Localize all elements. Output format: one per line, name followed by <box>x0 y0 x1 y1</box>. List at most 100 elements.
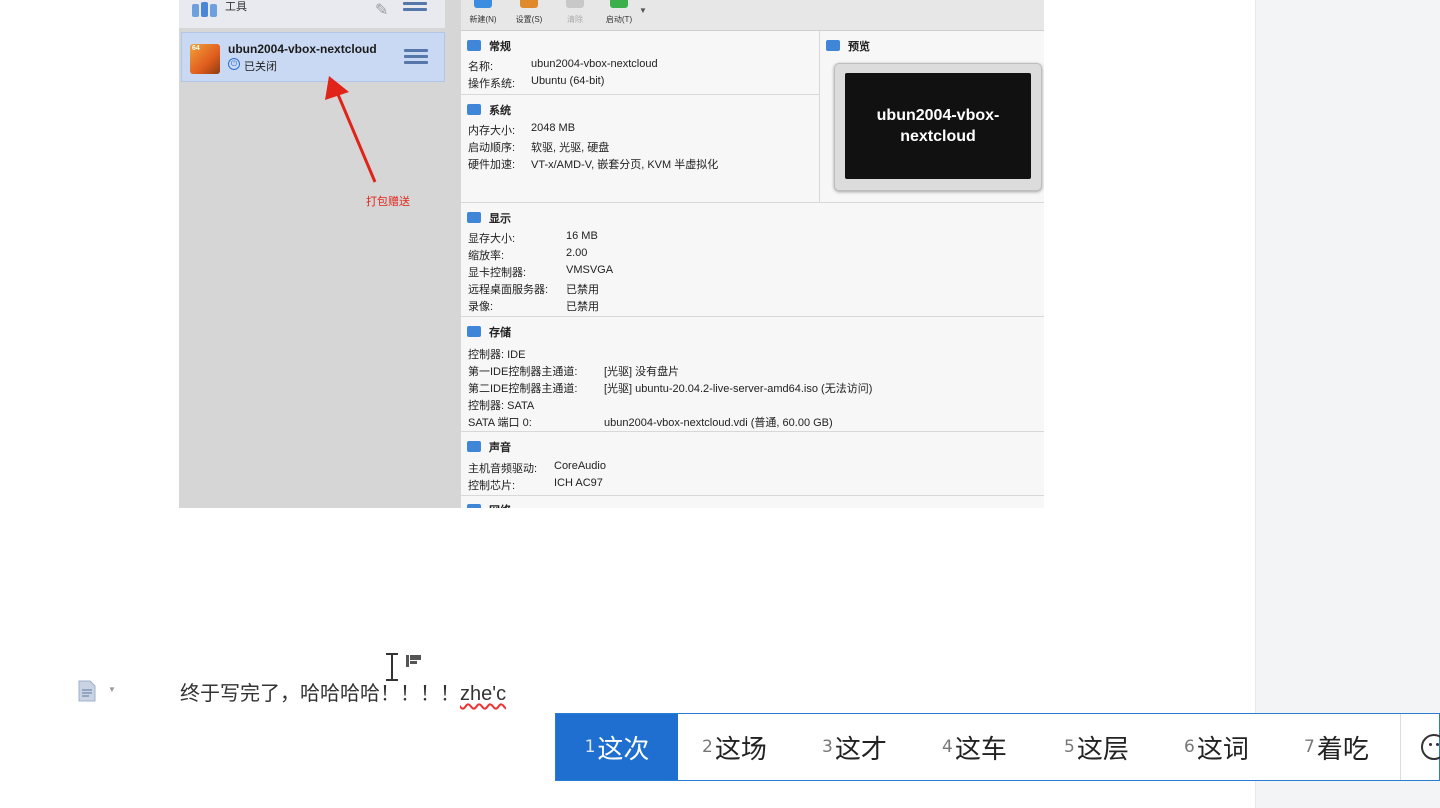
toolbar-button-0[interactable]: 新建(N) <box>461 0 505 30</box>
kv-row: 内存大小: 2048 MB <box>468 122 576 137</box>
kv-row: 控制器: SATA <box>468 400 535 412</box>
kv-row: 操作系统: Ubuntu (64-bit) <box>468 75 605 90</box>
divider <box>1400 714 1401 780</box>
kv-row: 第二IDE控制器主通道: [光驱] ubuntu-20.04.2-live-ser… <box>468 383 873 395</box>
tools-label: 工具 <box>225 1 247 13</box>
ime-candidate[interactable]: 2 这场 <box>702 714 767 780</box>
toolbar-button-label: 新建(N) <box>469 15 497 24</box>
kv-row: 显存大小: 16 MB <box>468 230 598 245</box>
candidate-text: 这次 <box>597 734 650 765</box>
preview-screen-text: ubun2004-vbox-nextcloud <box>845 73 1031 179</box>
toolbar-button-1[interactable]: 设置(S) <box>507 0 551 30</box>
audio-icon <box>467 441 481 453</box>
vm-menu-icon[interactable] <box>404 47 428 67</box>
toolbar-button-label: 设置(S) <box>515 15 543 24</box>
vm-state: 已关闭 <box>244 61 277 73</box>
kv-row: SATA 端口 0: ubun2004-vbox-nextcloud.vdi (普… <box>468 417 833 429</box>
os-arch-badge: 64 <box>192 45 200 52</box>
section-audio: 声音 主机音频驱动: CoreAudio 控制芯片: ICH AC97 <box>461 432 1044 496</box>
emoji-icon[interactable] <box>1421 734 1440 760</box>
candidate-number: 7 <box>1304 737 1315 757</box>
display-icon <box>467 212 481 224</box>
power-off-icon: ⏻ <box>228 58 240 70</box>
section-title: 常规 <box>489 40 511 53</box>
section-system: 系统 内存大小: 2048 MB 启动顺序: 软驱, 光驱, 硬盘 硬件加速: VT-… <box>461 95 819 203</box>
general-icon <box>467 40 481 52</box>
new-icon <box>474 0 492 8</box>
kv-row: 硬件加速: VT-x/AMD-V, 嵌套分页, KVM 半虚拟化 <box>468 159 719 171</box>
candidate-text: 这场 <box>714 734 767 765</box>
kv-row: 控制器: IDE <box>468 349 526 361</box>
ime-candidate[interactable]: 3 这才 <box>822 714 887 780</box>
candidate-text: 这层 <box>1076 734 1129 765</box>
system-icon <box>467 104 481 116</box>
preview-icon <box>826 40 840 52</box>
kv-row: 主机音频驱动: CoreAudio <box>468 460 606 475</box>
text-cursor-icon <box>386 652 398 682</box>
candidate-number: 3 <box>822 737 833 757</box>
start-icon <box>610 0 628 8</box>
tools-menu-icon[interactable] <box>403 0 427 14</box>
document-icon[interactable] <box>78 680 96 702</box>
annotation-text: 打包赠送 <box>366 196 410 208</box>
kv-row: 名称: ubun2004-vbox-nextcloud <box>468 58 658 73</box>
red-arrow-annotation <box>325 76 377 183</box>
toolbar-button-label: 启动(T) <box>605 15 633 24</box>
pin-icon[interactable]: ✎ <box>375 0 388 20</box>
kv-row: 控制芯片: ICH AC97 <box>468 477 603 492</box>
candidate-number: 4 <box>942 737 953 757</box>
candidate-text: 这词 <box>1196 734 1249 765</box>
storage-icon <box>467 326 481 338</box>
kv-row: 显卡控制器: VMSVGA <box>468 264 614 279</box>
kv-row: 录像: 已禁用 <box>468 301 599 313</box>
ime-candidate[interactable]: 1 这次 <box>556 714 678 780</box>
ime-candidate[interactable]: 7 着吃 <box>1304 714 1369 780</box>
settings-icon <box>520 0 538 8</box>
vm-list-item[interactable]: 64 ubun2004-vbox-nextcloud ⏻ 已关闭 <box>181 32 445 82</box>
embedded-virtualbox-screenshot: 工具 ✎ 64 ubun2004-vbox-nextcloud ⏻ 已关闭 打包… <box>179 0 1044 508</box>
ime-candidate[interactable]: 6 这词 <box>1184 714 1249 780</box>
candidate-number: 2 <box>702 737 713 757</box>
tools-item[interactable]: 工具 ✎ <box>179 0 445 28</box>
toolbar-button-label: 清除 <box>567 15 583 24</box>
candidate-number: 1 <box>584 737 596 757</box>
section-title: 系统 <box>489 104 511 117</box>
start-options-chevron-icon[interactable]: ▼ <box>639 6 647 15</box>
section-title: 存储 <box>489 326 511 339</box>
section-title: 网络 <box>489 505 511 508</box>
ubuntu-os-icon: 64 <box>190 44 220 74</box>
section-display: 显示 显存大小: 16 MB 缩放率: 2.00 显卡控制器: VMSVGA 远程桌面… <box>461 203 1044 317</box>
kv-row: 启动顺序: 软驱, 光驱, 硬盘 <box>468 142 610 154</box>
ime-candidate-bar: 1 这次 2 这场 3 这才 4 这车 5 这层 6 这词 7 着吃 <box>555 713 1440 781</box>
editor-text-line[interactable]: 终于写完了，哈哈哈哈！！！！zhe'c <box>180 677 506 706</box>
candidate-text: 这才 <box>834 734 887 765</box>
section-title: 声音 <box>489 441 511 454</box>
section-title: 预览 <box>848 40 870 53</box>
ime-composition-text: zhe'c <box>460 683 507 705</box>
section-storage: 存储 控制器: IDE 第一IDE控制器主通道: [光驱] 没有盘片 第二IDE控… <box>461 317 1044 432</box>
network-icon <box>467 504 481 508</box>
chevron-down-icon[interactable]: ▼ <box>108 685 116 694</box>
vm-name: ubun2004-vbox-nextcloud <box>228 42 377 56</box>
editor-text: 终于写完了，哈哈哈哈！！！！ <box>180 681 460 705</box>
tools-icon <box>192 2 217 17</box>
vm-toolbar: 新建(N) 设置(S) 清除 启动(T) ▼ <box>461 0 1044 31</box>
kv-row: 远程桌面服务器: 已禁用 <box>468 284 599 296</box>
vm-list-panel: 工具 ✎ 64 ubun2004-vbox-nextcloud ⏻ 已关闭 打包… <box>179 0 461 508</box>
candidate-number: 5 <box>1064 737 1075 757</box>
section-title: 显示 <box>489 212 511 225</box>
preview-thumbnail: ubun2004-vbox-nextcloud <box>834 63 1042 191</box>
candidate-text: 着吃 <box>1316 734 1369 765</box>
toolbar-button-3[interactable]: 启动(T) <box>597 0 641 30</box>
right-margin-panel <box>1255 0 1440 808</box>
comment-flag-icon[interactable] <box>406 655 422 667</box>
candidate-number: 6 <box>1184 737 1195 757</box>
section-network: 网络 <box>461 496 1044 508</box>
ime-candidate[interactable]: 5 这层 <box>1064 714 1129 780</box>
kv-row: 缩放率: 2.00 <box>468 247 588 262</box>
toolbar-button-2[interactable]: 清除 <box>553 0 597 30</box>
kv-row: 第一IDE控制器主通道: [光驱] 没有盘片 <box>468 366 680 378</box>
discard-icon <box>566 0 584 8</box>
vm-details-panel: 新建(N) 设置(S) 清除 启动(T) ▼ 常规 名称: ubun2004-vbox-n… <box>461 0 1044 508</box>
ime-candidate[interactable]: 4 这车 <box>942 714 1007 780</box>
